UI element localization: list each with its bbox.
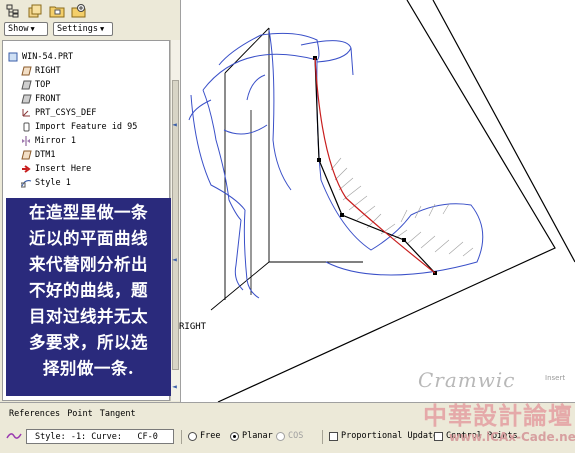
tree-item-mirror[interactable]: Mirror 1 <box>20 135 76 147</box>
checkbox[interactable] <box>329 431 338 441</box>
separator <box>322 430 323 444</box>
show-dropdown[interactable]: Show ▼ <box>4 22 48 36</box>
tree-item-label: Import Feature id 95 <box>35 122 138 132</box>
folder-icon[interactable] <box>48 2 66 20</box>
watermark-title: 中華設計論壇 <box>423 401 573 430</box>
model-geometry <box>188 0 575 402</box>
annotation-callout: 在造型里做一条 近以的平面曲线 来代替刚分析出 不好的曲线，题 目对过线并无太 … <box>6 198 171 396</box>
annotation-line: 来代替刚分析出 <box>29 255 148 274</box>
corner-label: Insert <box>545 374 566 382</box>
tree-item-label: DTM1 <box>35 150 56 160</box>
planar-radio[interactable]: Planar <box>230 431 273 441</box>
new-planar-curve <box>314 57 436 274</box>
tree-item-part[interactable]: WIN-54.PRT <box>7 51 73 63</box>
tab-references[interactable]: References <box>9 409 60 419</box>
tree-item-label: FRONT <box>35 94 61 104</box>
tree-dropdowns: Show ▼ Settings ▼ <box>4 22 113 36</box>
show-dropdown-label: Show <box>8 24 29 34</box>
import-icon <box>20 122 32 133</box>
free-label: Free <box>200 431 221 441</box>
annotation-line: 目对过线并无太 <box>29 307 148 326</box>
cos-radio[interactable]: COS <box>276 431 303 441</box>
mirror-icon <box>20 136 32 147</box>
style-icon <box>20 178 32 189</box>
tree-toolbar <box>4 2 88 20</box>
annotation-line: 多要求，所以选 <box>29 333 148 352</box>
datum-plane-outline <box>217 0 556 402</box>
tree-item-style[interactable]: Style 1 <box>20 177 71 189</box>
watermark-url: www.iCAx-Cade.net <box>449 430 575 444</box>
datum-plane-icon <box>20 94 32 105</box>
layers-icon[interactable] <box>26 2 44 20</box>
separator <box>181 430 182 444</box>
annotation-line: 近以的平面曲线 <box>29 229 148 248</box>
tree-item-label: WIN-54.PRT <box>22 52 74 62</box>
tree-item-label: Style 1 <box>35 178 71 188</box>
chevron-down-icon: ▼ <box>30 25 35 33</box>
graphics-window[interactable] <box>181 0 575 402</box>
dashboard-tabs: References Point Tangent <box>9 409 136 419</box>
tree-item-front[interactable]: FRONT <box>20 93 61 105</box>
settings-dropdown[interactable]: Settings ▼ <box>53 22 113 36</box>
tree-item-label: Insert Here <box>35 164 92 174</box>
collapse-arrow-icon[interactable]: ◄ <box>172 120 177 129</box>
radio-button[interactable] <box>276 431 285 441</box>
datum-plane-icon <box>20 80 32 91</box>
tree-item-top[interactable]: TOP <box>20 79 50 91</box>
tree-scrollbar[interactable] <box>170 40 180 401</box>
cos-label: COS <box>288 431 304 441</box>
tree-item-dtm1[interactable]: DTM1 <box>20 149 55 161</box>
curve-icon <box>6 430 22 445</box>
tree-item-csys[interactable]: PRT_CSYS_DEF <box>20 107 96 119</box>
tree-item-label: PRT_CSYS_DEF <box>35 108 97 118</box>
style-curve-field[interactable]: Style: -1: Curve: CF-0 <box>26 429 174 444</box>
site-watermark: 中華設計論壇 www.iCAx-Cade.net <box>409 396 575 448</box>
datum-plane-icon <box>20 150 32 161</box>
radio-button[interactable] <box>230 431 239 441</box>
free-radio[interactable]: Free <box>188 431 220 441</box>
model-tree-icon[interactable] <box>4 2 22 20</box>
signature-watermark: Cramwic <box>418 368 516 392</box>
collapse-arrow-icon[interactable]: ◄ <box>172 382 177 391</box>
tab-point[interactable]: Point <box>67 409 93 419</box>
insert-arrow-icon <box>20 164 32 175</box>
annotation-line: 在造型里做一条 <box>29 203 148 222</box>
part-icon <box>7 52 19 63</box>
planar-label: Planar <box>242 431 273 441</box>
csys-icon <box>20 108 32 119</box>
tree-item-right[interactable]: RIGHT <box>20 65 61 77</box>
control-polygon <box>314 57 436 274</box>
settings-dropdown-label: Settings <box>57 24 98 34</box>
tree-item-label: Mirror 1 <box>35 136 76 146</box>
datum-plane-icon <box>20 66 32 77</box>
tree-item-label: RIGHT <box>35 66 61 76</box>
settings-icon[interactable] <box>70 2 88 20</box>
tree-item-label: TOP <box>35 80 51 90</box>
annotation-line: 不好的曲线，题 <box>29 281 148 300</box>
tree-item-insert-here[interactable]: Insert Here <box>20 163 91 175</box>
tree-item-import[interactable]: Import Feature id 95 <box>20 121 137 133</box>
datum-label-right: RIGHT <box>179 322 207 332</box>
box-edge <box>210 261 363 311</box>
box-edge <box>224 27 270 300</box>
datum-plane-outline <box>432 0 575 263</box>
collapse-arrow-icon[interactable]: ◄ <box>172 255 177 264</box>
tab-tangent[interactable]: Tangent <box>100 409 136 419</box>
radio-button[interactable] <box>188 431 197 441</box>
chevron-down-icon: ▼ <box>99 25 105 33</box>
annotation-line: 择别做一条. <box>42 359 135 378</box>
